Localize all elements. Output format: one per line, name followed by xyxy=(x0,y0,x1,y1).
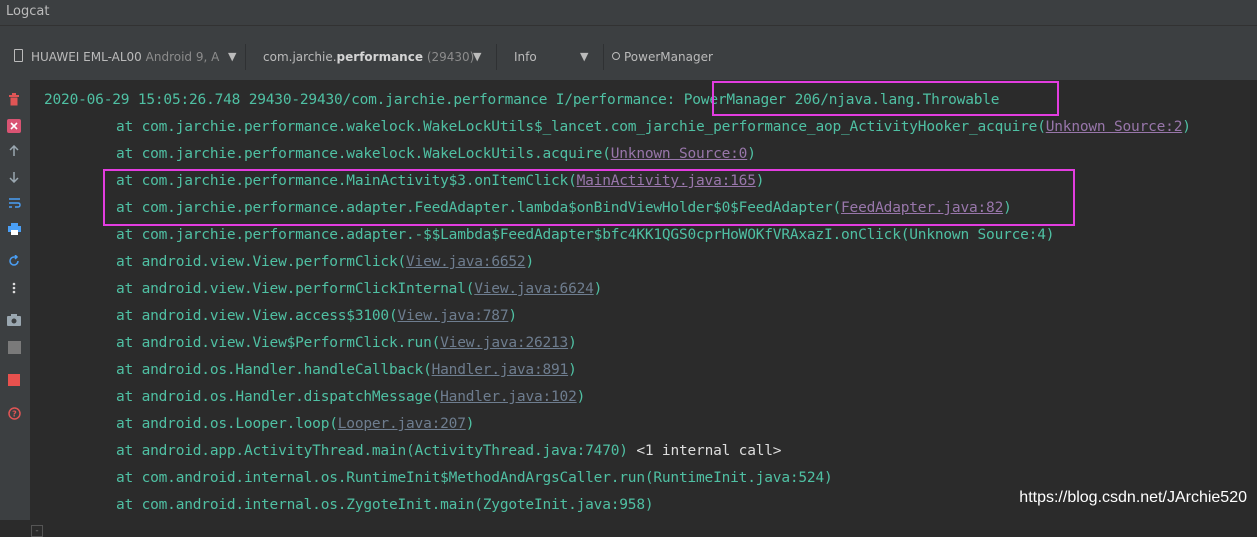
stack-frame-suffix: ) xyxy=(747,146,756,162)
restart-icon[interactable] xyxy=(7,254,21,269)
highlight-box xyxy=(712,81,1059,116)
log-line: at android.os.Looper.loop(Looper.java:20… xyxy=(116,411,474,438)
source-link[interactable]: Unknown Source:2 xyxy=(1046,119,1183,135)
more-icon[interactable] xyxy=(7,282,21,296)
stack-frame-text: at android.view.View.access$3100( xyxy=(116,308,398,324)
log-line: at android.view.View.performClickInterna… xyxy=(116,276,602,303)
log-level-selector[interactable]: Info ▼ xyxy=(504,42,600,72)
stack-frame-text: at com.jarchie.performance.wakelock.Wake… xyxy=(116,146,611,162)
log-line: at android.view.View.access$3100(View.ja… xyxy=(116,303,517,330)
stack-frame-text: at android.view.View$PerformClick.run( xyxy=(116,335,441,351)
search-value: PowerManager xyxy=(624,50,713,64)
stack-frame-suffix: ) xyxy=(576,389,586,405)
search-icon xyxy=(612,52,620,60)
source-link[interactable]: Handler.java:891 xyxy=(432,362,569,378)
stack-frame-text: at android.view.View.performClick( xyxy=(116,254,407,270)
log-line-prefix: 2020-06-29 15:05:26.748 29430-29430/com.… xyxy=(44,92,684,108)
process-prefix: com.jarchie. xyxy=(263,50,337,64)
svg-text:?: ? xyxy=(12,410,17,419)
stack-frame-suffix: ) xyxy=(568,335,577,351)
stack-frame-text: at android.os.Handler.handleCallback( xyxy=(116,362,432,378)
log-line: at android.os.Handler.handleCallback(Han… xyxy=(116,357,577,384)
device-name: HUAWEI EML-AL00 xyxy=(31,50,142,64)
log-line: at android.view.View.performClick(View.j… xyxy=(116,249,534,276)
stop-icon[interactable] xyxy=(7,374,21,388)
chevron-down-icon: ▼ xyxy=(580,50,589,63)
scroll-up-icon[interactable] xyxy=(7,144,21,159)
stack-frame-suffix: ) xyxy=(508,308,517,324)
stack-frame-text: at android.os.Handler.dispatchMessage( xyxy=(116,389,441,405)
stack-frame-text: at android.view.View.performClickInterna… xyxy=(116,281,475,297)
window-title: Logcat xyxy=(0,0,1257,26)
phone-icon xyxy=(14,49,23,62)
log-line: at android.os.Handler.dispatchMessage(Ha… xyxy=(116,384,585,411)
stack-frame-suffix: ) xyxy=(465,416,475,432)
process-name: performance xyxy=(336,50,423,64)
stack-frame-text: at android.app.ActivityThread.main(Activ… xyxy=(116,443,628,459)
device-selector[interactable]: HUAWEI EML-AL00 Android 9, A ▼ xyxy=(4,42,242,72)
highlight-box xyxy=(103,169,1075,226)
log-line: at com.android.internal.os.ZygoteInit.ma… xyxy=(116,492,654,519)
stack-frame-suffix: ) xyxy=(568,362,577,378)
source-link[interactable]: Unknown Source:0 xyxy=(611,146,748,162)
stack-frame-text: at android.os.Looper.loop( xyxy=(116,416,338,432)
stack-frame-suffix: ) xyxy=(593,281,603,297)
logcat-sidebar: ? - xyxy=(0,80,43,537)
stack-frame-suffix: ) xyxy=(1182,119,1191,135)
internal-call-fold[interactable]: <1 internal call> xyxy=(628,443,781,459)
trash-icon[interactable] xyxy=(7,93,21,107)
stack-frame-text: at com.jarchie.performance.wakelock.Wake… xyxy=(116,119,1046,135)
chevron-down-icon: ▼ xyxy=(228,50,237,63)
fold-toggle[interactable]: - xyxy=(31,525,43,537)
screenshot-icon[interactable] xyxy=(7,314,21,328)
screen-record-icon[interactable] xyxy=(7,341,21,355)
stack-frame-suffix: ) xyxy=(525,254,534,270)
log-line: at android.app.ActivityThread.main(Activ… xyxy=(116,438,782,465)
soft-wrap-icon[interactable] xyxy=(7,197,21,211)
log-level-value: Info xyxy=(514,50,537,64)
stack-frame-text: at com.jarchie.performance.adapter.-$$La… xyxy=(116,227,1055,243)
source-link[interactable]: Looper.java:207 xyxy=(338,416,466,432)
chevron-down-icon: ▼ xyxy=(473,50,482,63)
stack-frame-text: at com.android.internal.os.ZygoteInit.ma… xyxy=(116,497,654,513)
source-link[interactable]: View.java:26213 xyxy=(440,335,568,351)
log-line: at com.jarchie.performance.adapter.-$$La… xyxy=(116,222,1054,249)
source-link[interactable]: View.java:787 xyxy=(397,308,508,324)
source-link[interactable]: Handler.java:102 xyxy=(440,389,577,405)
device-detail: Android 9, A xyxy=(145,50,220,64)
log-line: at android.view.View$PerformClick.run(Vi… xyxy=(116,330,577,357)
help-icon[interactable]: ? xyxy=(7,407,21,421)
log-output: 2020-06-29 15:05:26.748 29430-29430/com.… xyxy=(30,80,1257,520)
log-line: at com.jarchie.performance.wakelock.Wake… xyxy=(116,141,756,168)
process-pid: (29430) xyxy=(426,50,475,64)
log-line: at com.android.internal.os.RuntimeInit$M… xyxy=(116,465,833,492)
print-icon[interactable] xyxy=(7,223,21,237)
search-input[interactable]: PowerManager xyxy=(606,42,1246,72)
source-link[interactable]: View.java:6624 xyxy=(474,281,594,297)
stack-frame-text: at com.android.internal.os.RuntimeInit$M… xyxy=(116,470,833,486)
clear-icon[interactable] xyxy=(7,119,21,133)
watermark: https://blog.csdn.net/JArchie520 xyxy=(1019,489,1247,506)
scroll-down-icon[interactable] xyxy=(7,171,21,185)
process-selector[interactable]: com.jarchie.performance (29430) ▼ xyxy=(253,42,493,72)
log-line: at com.jarchie.performance.wakelock.Wake… xyxy=(116,114,1191,141)
source-link[interactable]: View.java:6652 xyxy=(406,254,526,270)
logcat-toolbar: HUAWEI EML-AL00 Android 9, A ▼ com.jarch… xyxy=(0,26,1257,80)
